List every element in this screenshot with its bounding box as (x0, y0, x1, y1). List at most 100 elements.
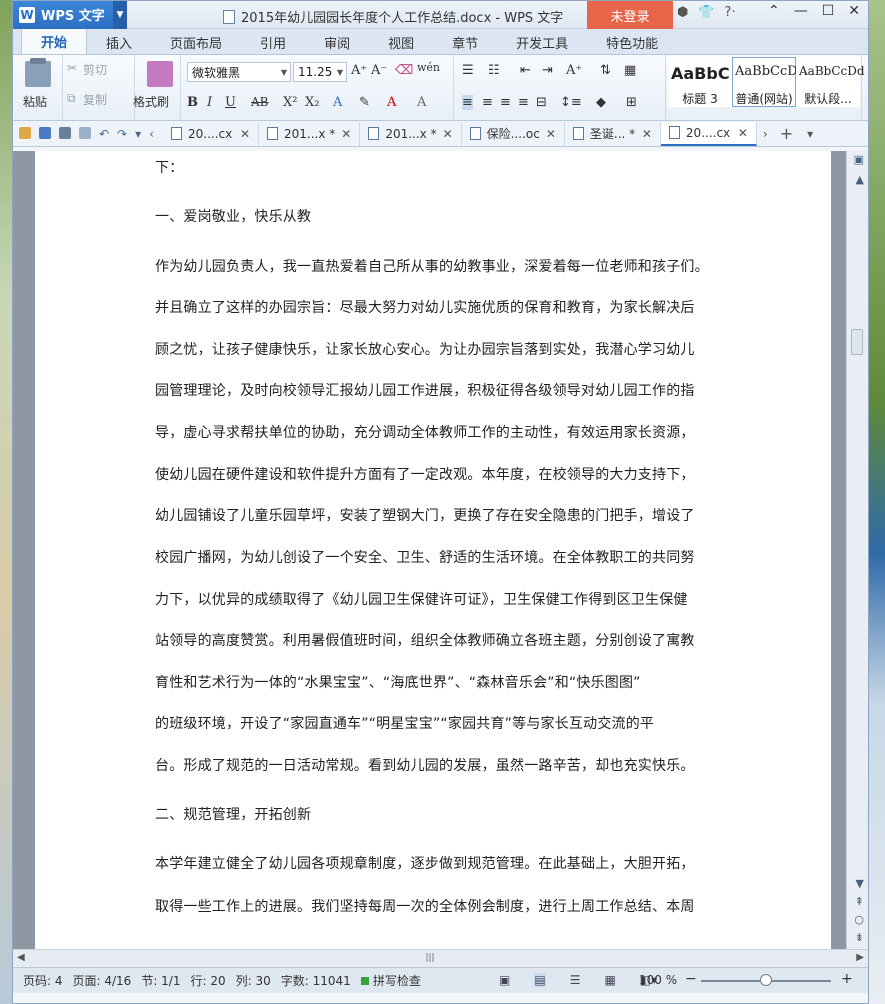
close-icon[interactable]: ✕ (642, 127, 652, 141)
status-pages[interactable]: 页面: 4/16 (73, 972, 132, 989)
scroll-right-icon[interactable]: ▶ (856, 952, 864, 963)
tab-view[interactable]: 视图 (369, 30, 433, 54)
fullscreen-view-icon[interactable]: ▣ (499, 973, 510, 987)
tab-review[interactable]: 审阅 (305, 30, 369, 54)
bold-icon[interactable]: B (187, 95, 198, 110)
help-icon[interactable]: ?· (725, 5, 736, 20)
page-view-icon[interactable]: ▤ (534, 973, 546, 987)
subscript-icon[interactable]: X₂ (305, 95, 319, 110)
decrease-indent-icon[interactable]: ⇤ (520, 63, 531, 78)
close-icon[interactable]: ✕ (240, 127, 250, 141)
clear-format-icon[interactable]: ⌫ (395, 63, 413, 78)
close-icon[interactable]: ✕ (738, 126, 748, 140)
copy-icon[interactable]: ⧉ (67, 91, 76, 106)
underline-icon[interactable]: U (225, 95, 236, 110)
save-icon[interactable] (39, 126, 51, 139)
tab-references[interactable]: 引用 (241, 30, 305, 54)
doc-tab-active[interactable]: 20....cx ✕ (660, 121, 757, 146)
doc-tab[interactable]: 201...x * ✕ (259, 121, 361, 146)
grow-font-icon[interactable]: A⁺ (351, 63, 367, 78)
scroll-left-icon[interactable]: ◀ (17, 952, 25, 963)
char-shading-icon[interactable]: A (417, 95, 426, 110)
doc-tab[interactable]: 圣诞... * ✕ (565, 121, 661, 146)
distributed-icon[interactable]: ⊟ (536, 95, 547, 110)
zoom-slider-knob[interactable] (760, 974, 772, 986)
next-page-icon[interactable]: ⇟ (855, 931, 864, 944)
undo-icon[interactable]: ↶ (99, 127, 109, 141)
login-button[interactable]: 未登录 (587, 1, 673, 29)
close-icon[interactable]: ✕ (443, 127, 453, 141)
align-left-icon[interactable]: ≡ (462, 95, 473, 110)
customize-icon[interactable]: ▾ (135, 127, 141, 141)
redo-icon[interactable]: ↷ (117, 127, 127, 141)
cut-button[interactable]: 剪切 (83, 61, 107, 78)
outline-view-icon[interactable]: ☰ (570, 973, 581, 987)
tabs-left-icon[interactable]: ‹ (149, 127, 154, 141)
close-button[interactable]: ✕ (848, 3, 860, 19)
highlight-icon[interactable]: ✎ (359, 95, 370, 110)
numbered-list-icon[interactable]: ☷ (488, 63, 500, 78)
zoom-level[interactable]: 100 % (639, 973, 677, 987)
text-effect-icon[interactable]: A (333, 95, 342, 110)
sort-icon[interactable]: ⇅ (600, 63, 611, 78)
horizontal-scroll-thumb[interactable]: ||| (423, 954, 437, 963)
select-browse-icon[interactable]: ○ (854, 913, 864, 926)
font-color-icon[interactable]: A (387, 95, 396, 110)
app-menu-button[interactable]: W WPS 文字 ▼ (13, 0, 127, 29)
doc-tab[interactable]: 保险....oc ✕ (462, 121, 565, 146)
tabs-right-icon[interactable]: › (763, 127, 768, 141)
web-view-icon[interactable]: ▦ (604, 973, 615, 987)
doc-tab[interactable]: 201...x * ✕ (360, 121, 462, 146)
change-case-icon[interactable]: A⁺ (566, 63, 582, 78)
status-word-count[interactable]: 字数: 11041 (281, 972, 351, 989)
style-default-paragraph[interactable]: AaBbCcDd 默认段... (796, 57, 865, 107)
chevron-down-icon[interactable]: ▼ (113, 0, 127, 29)
print-icon[interactable] (59, 126, 71, 139)
print-preview-icon[interactable] (79, 126, 91, 139)
panel-toggle-icon[interactable]: ▣ (854, 153, 864, 166)
copy-button[interactable]: 复制 (83, 91, 107, 108)
shirt-icon[interactable]: 👕 (698, 5, 714, 20)
cut-icon[interactable]: ✂ (67, 61, 77, 75)
close-icon[interactable]: ✕ (546, 127, 556, 141)
scroll-up-icon[interactable]: ▲ (856, 173, 864, 186)
paste-button[interactable]: 粘贴 (23, 93, 47, 110)
new-tab-icon[interactable]: + (780, 124, 793, 143)
phonetic-icon[interactable]: wén (417, 61, 440, 74)
tab-menu-icon[interactable]: ▾ (807, 127, 813, 141)
vertical-scrollbar[interactable]: ▣ ▲ ▼ ⇞ ○ ⇟ (846, 151, 868, 949)
align-right-icon[interactable]: ≡ (500, 95, 511, 110)
italic-icon[interactable]: I (207, 95, 212, 110)
tab-special[interactable]: 特色功能 (587, 30, 677, 54)
zoom-slider[interactable] (701, 974, 831, 986)
bullet-list-icon[interactable]: ☰ (462, 63, 474, 78)
shrink-font-icon[interactable]: A⁻ (371, 63, 387, 78)
horizontal-scrollbar[interactable]: ◀ ||| ▶ (13, 949, 868, 967)
increase-indent-icon[interactable]: ⇥ (542, 63, 553, 78)
paste-icon[interactable] (25, 58, 51, 87)
skin-icon[interactable]: ⬢ (677, 5, 688, 20)
strikethrough-icon[interactable]: AB (251, 95, 268, 109)
maximize-button[interactable]: ☐ (822, 3, 835, 19)
format-painter-icon[interactable] (147, 61, 173, 87)
justify-icon[interactable]: ≡ (518, 95, 529, 110)
document-page[interactable]: 下： 一、爱岗敬业，快乐从教 作为幼儿园负责人，我一直热爱着自己所从事的幼教事业… (35, 151, 831, 949)
tab-chapter[interactable]: 章节 (433, 30, 497, 54)
doc-tab[interactable]: 20....cx ✕ (163, 121, 259, 146)
format-painter-button[interactable]: 格式刷 (133, 93, 169, 110)
zoom-out-icon[interactable]: − (685, 971, 697, 987)
tab-insert[interactable]: 插入 (87, 30, 151, 54)
style-normal-web[interactable]: AaBbCcD 普通(网站) (732, 57, 798, 107)
vertical-scroll-thumb[interactable] (851, 329, 863, 355)
font-size-select[interactable]: 11.25 ▼ (293, 62, 347, 82)
open-folder-icon[interactable] (19, 126, 31, 139)
tab-home[interactable]: 开始 (21, 28, 88, 54)
style-heading3[interactable]: AaBbC 标题 3 (668, 57, 732, 107)
superscript-icon[interactable]: X² (283, 95, 297, 110)
close-icon[interactable]: ✕ (341, 127, 351, 141)
zoom-in-icon[interactable]: + (841, 971, 853, 987)
font-name-select[interactable]: 微软雅黑 ▼ (187, 62, 291, 82)
align-center-icon[interactable]: ≡ (482, 95, 493, 110)
shading-icon[interactable]: ◆ (596, 95, 606, 110)
line-spacing-icon[interactable]: ↕≡ (560, 95, 582, 110)
